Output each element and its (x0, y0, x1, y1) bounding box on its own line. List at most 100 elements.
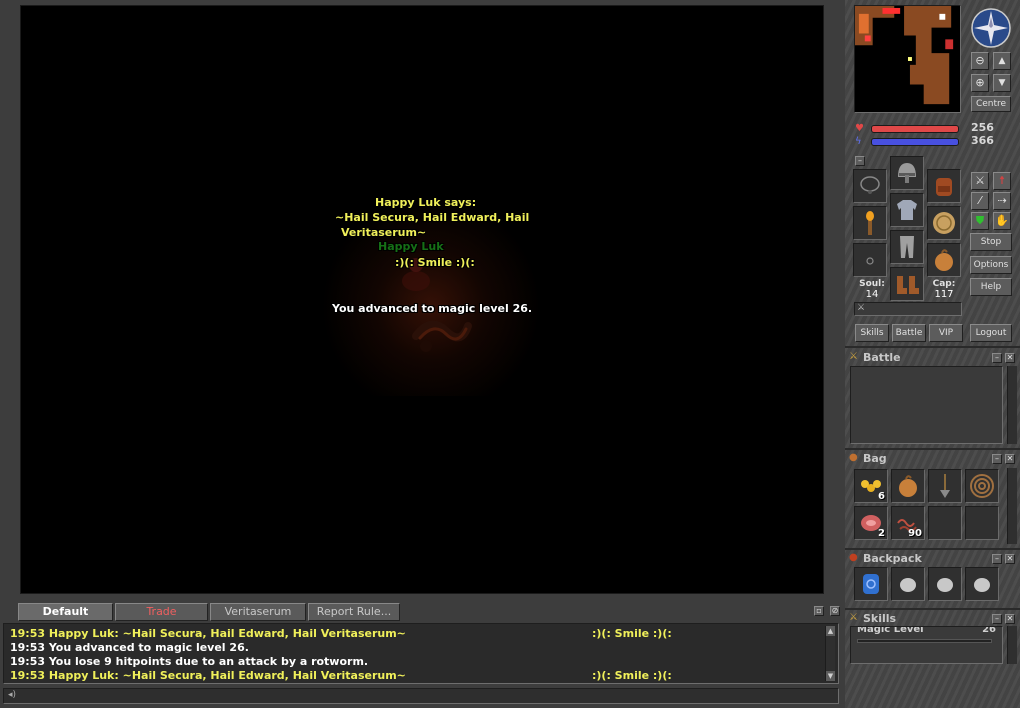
stone-icon (937, 578, 953, 592)
ammo-slot[interactable] (927, 243, 961, 277)
backpack-small-icon: ● (849, 552, 858, 563)
legs-slot[interactable] (890, 230, 924, 264)
amulet-icon (860, 176, 880, 194)
boots-slot[interactable] (890, 267, 924, 301)
game-viewport[interactable]: Happy Luk says: ~Hail Secura, Hail Edwar… (20, 5, 824, 594)
bag-slot-empty[interactable] (965, 506, 999, 540)
battle-button[interactable]: Battle (892, 324, 926, 342)
defensive-icon[interactable]: ⛊ (971, 212, 989, 230)
minimize-icon[interactable]: – (992, 454, 1002, 464)
hitpoints-value: 256 (971, 121, 994, 134)
legs-armor-icon (900, 236, 914, 258)
bag-slot[interactable] (891, 469, 925, 503)
ring-slot[interactable] (853, 243, 887, 277)
bag-scrollbar[interactable] (1007, 468, 1017, 544)
skills-list[interactable]: Magic Level 26 (850, 626, 1003, 664)
backpack-slot[interactable] (965, 567, 999, 601)
skills-window: Skills ⚔ – ✕ Magic Level 26 (845, 608, 1020, 664)
compass-rose-icon[interactable] (971, 8, 1011, 48)
tab-default[interactable]: Default (18, 603, 113, 621)
skills-button[interactable]: Skills (855, 324, 889, 342)
scroll-down-icon[interactable]: ▼ (826, 671, 835, 681)
battle-list[interactable] (850, 366, 1003, 444)
mana-icon: ϟ (855, 136, 862, 147)
condition-bar: ⚔ (854, 302, 962, 316)
secure-mode-icon[interactable]: ✋ (993, 212, 1011, 230)
backpack-window: Backpack ● – ✕ (845, 548, 1020, 606)
chat-line: 19:53 You advanced to magic level 26. (10, 641, 249, 654)
speaker-icon[interactable]: ◂) (8, 690, 16, 700)
new-channel-icon[interactable]: ▫ (814, 606, 824, 616)
armor-slot[interactable] (890, 193, 924, 227)
bag-slot[interactable] (965, 469, 999, 503)
speech-line: Veritaserum~ (341, 226, 427, 239)
health-bar (871, 125, 959, 133)
bag-slot[interactable]: 6 (854, 469, 888, 503)
minimize-icon[interactable]: – (992, 353, 1002, 363)
status-message: You advanced to magic level 26. (332, 302, 533, 315)
chat-line: 19:53 Happy Luk: ~Hail Secura, Hail Edwa… (10, 627, 672, 640)
vip-button[interactable]: VIP (929, 324, 963, 342)
helmet-slot[interactable] (890, 156, 924, 190)
floor-down-icon[interactable]: ▼ (993, 74, 1011, 92)
mana-bar (871, 138, 959, 146)
bag-slot-empty[interactable] (928, 506, 962, 540)
chat-line: 19:53 You lose 9 hitpoints due to an att… (10, 655, 369, 668)
torch-icon (866, 211, 874, 235)
balanced-icon[interactable]: ⁄ (971, 192, 989, 210)
leather-boots-icon (897, 276, 919, 294)
close-icon[interactable]: ✕ (1005, 614, 1015, 624)
chat-line: 19:53 Happy Luk: ~Hail Secura, Hail Edwa… (10, 669, 672, 682)
tab-report-rule[interactable]: Report Rule... (308, 603, 400, 621)
skills-scrollbar[interactable] (1007, 626, 1017, 664)
chase-icon[interactable]: ⇢ (993, 192, 1011, 210)
weapon-slot[interactable] (853, 206, 887, 240)
skill-value: 26 (982, 626, 996, 635)
wooden-shield-icon (933, 212, 955, 234)
bag-slot[interactable]: 2 (854, 506, 888, 540)
emote-text: :)(: Smile :)(: (395, 256, 475, 269)
close-icon[interactable]: ✕ (1005, 554, 1015, 564)
help-button[interactable]: Help (970, 278, 1012, 296)
zoom-out-icon[interactable]: ⊖ (971, 52, 989, 70)
helmet-icon (898, 163, 916, 183)
shield-slot[interactable] (927, 206, 961, 240)
cap-label: Cap: (932, 279, 956, 289)
minimize-icon[interactable]: – (992, 554, 1002, 564)
chat-log[interactable]: 19:53 Happy Luk: ~Hail Secura, Hail Edwa… (3, 623, 839, 684)
backpack-slot[interactable] (891, 567, 925, 601)
battle-scrollbar[interactable] (1007, 366, 1017, 444)
close-channel-icon[interactable]: ⊘ (830, 606, 840, 616)
stop-button[interactable]: Stop (970, 233, 1012, 251)
minimap[interactable] (854, 5, 961, 113)
close-icon[interactable]: ✕ (1005, 454, 1015, 464)
options-button[interactable]: Options (970, 256, 1012, 274)
close-icon[interactable]: ✕ (1005, 353, 1015, 363)
chat-scrollbar[interactable]: ▲ ▼ (825, 626, 835, 681)
bag-icon: ● (849, 452, 858, 463)
minimize-icon[interactable]: – (992, 614, 1002, 624)
logout-button[interactable]: Logout (970, 324, 1012, 342)
minimize-icon[interactable]: – (855, 156, 865, 166)
amulet-slot[interactable] (853, 169, 887, 203)
backpack-slot[interactable] (854, 567, 888, 601)
backpack-slot[interactable] (928, 567, 962, 601)
soul-label: Soul: (859, 279, 885, 289)
tab-veritaserum[interactable]: Veritaserum (210, 603, 306, 621)
full-attack-icon[interactable]: ⚔ (971, 172, 989, 190)
bag-window: Bag ● – ✕ 6 2 90 (845, 448, 1020, 546)
tab-trade[interactable]: Trade (115, 603, 208, 621)
blue-rune-icon (863, 574, 879, 594)
bag-slot[interactable]: 90 (891, 506, 925, 540)
creature-name-label: Happy Luk (378, 240, 444, 253)
scroll-up-icon[interactable]: ▲ (826, 626, 835, 636)
zoom-in-icon[interactable]: ⊕ (971, 74, 989, 92)
backpack-slot[interactable] (927, 169, 961, 203)
ring-icon (866, 257, 874, 265)
centre-button[interactable]: Centre (971, 96, 1011, 112)
floor-up-icon[interactable]: ▲ (993, 52, 1011, 70)
cap-value: 117 (934, 289, 954, 300)
chat-input[interactable]: ◂) (3, 688, 839, 704)
stand-still-icon[interactable]: ☨ (993, 172, 1011, 190)
bag-slot[interactable] (928, 469, 962, 503)
